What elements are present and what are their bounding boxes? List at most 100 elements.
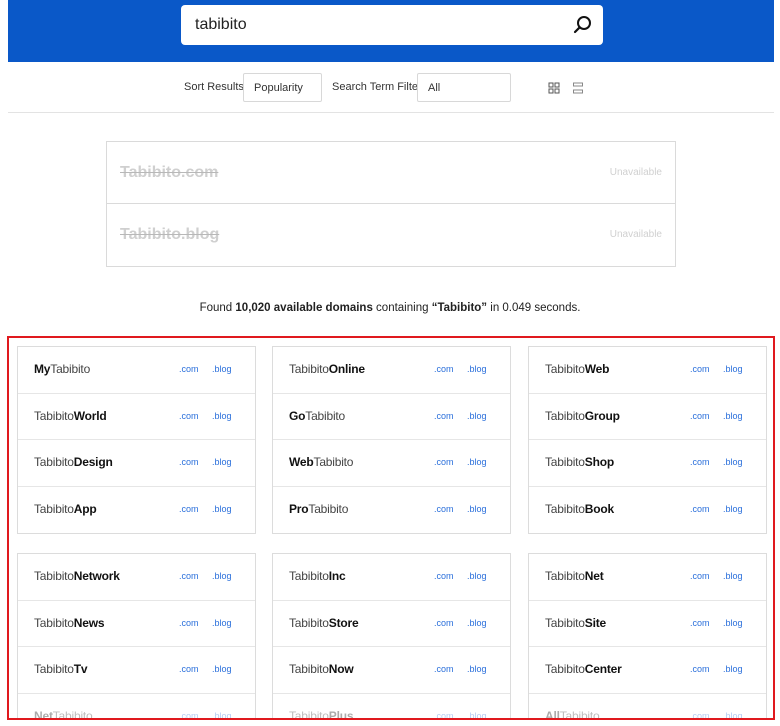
domain-row[interactable]: TabibitoTv .com .blog [18,647,255,694]
domain-row[interactable]: TabibitoOnline .com .blog [273,347,510,394]
tld-blog-link[interactable]: .blog [467,457,487,467]
tld-com-link[interactable]: .com [690,664,710,674]
domain-name-part: Tabibito [313,455,354,469]
header-bar [8,0,774,62]
tld-com-link[interactable]: .com [690,571,710,581]
domain-row[interactable]: WebTabibito .com .blog [273,440,510,487]
summary-suffix: in 0.049 seconds. [487,302,581,314]
search-input[interactable] [195,16,565,34]
list-view-icon[interactable] [572,82,584,94]
tld-com-link[interactable]: .com [434,571,454,581]
tld-com-link[interactable]: .com [179,711,199,719]
sort-results-select[interactable]: Popularity [243,73,322,102]
tld-com-link[interactable]: .com [179,411,199,421]
tld-com-link[interactable]: .com [179,618,199,628]
tld-blog-link[interactable]: .blog [723,711,743,719]
domain-row[interactable]: TabibitoGroup .com .blog [529,394,766,440]
tld-blog-link[interactable]: .blog [212,411,232,421]
tld-blog-link[interactable]: .blog [212,571,232,581]
domain-name-keyword: Inc [328,569,346,583]
tld-blog-link[interactable]: .blog [723,664,743,674]
tld-com-link[interactable]: .com [690,711,710,719]
tld-com-link[interactable]: .com [690,411,710,421]
tld-blog-link[interactable]: .blog [467,711,487,719]
tld-com-link[interactable]: .com [690,618,710,628]
domain-name-part: Tabibito [289,569,329,583]
domain-row[interactable]: TabibitoWorld .com .blog [18,394,255,440]
tld-blog-link[interactable]: .blog [467,504,487,514]
domain-row[interactable]: NetTabibito .com .blog [18,694,255,719]
domain-name-part: Tabibito [559,708,600,720]
tld-com-link[interactable]: .com [434,504,454,514]
domain-row[interactable]: TabibitoNet .com .blog [529,554,766,601]
search-icon[interactable] [573,15,593,35]
tld-blog-link[interactable]: .blog [467,411,487,421]
tld-blog-link[interactable]: .blog [467,364,487,374]
tld-blog-link[interactable]: .blog [723,457,743,467]
domain-name-keyword: App [73,501,97,516]
domain-row[interactable]: ProTabibito .com .blog [273,487,510,534]
tld-blog-link[interactable]: .blog [723,504,743,514]
tld-com-link[interactable]: .com [434,457,454,467]
tld-blog-link[interactable]: .blog [212,364,232,374]
tld-com-link[interactable]: .com [690,364,710,374]
domain-row[interactable]: TabibitoShop .com .blog [529,440,766,487]
tld-com-link[interactable]: .com [434,411,454,421]
featured-row[interactable]: Tabibito.com Unavailable [107,142,675,204]
domain-row[interactable]: TabibitoNews .com .blog [18,601,255,647]
domain-name: TabibitoStore [289,616,359,630]
tld-com-link[interactable]: .com [179,364,199,374]
domain-name-part: Tabibito [34,615,74,630]
tld-com-link[interactable]: .com [434,618,454,628]
domain-name: NetTabibito [34,709,93,719]
search-term-filter-select[interactable]: All [417,73,511,102]
domain-row[interactable]: AllTabibito .com .blog [529,694,766,720]
domain-row[interactable]: GoTabibito .com .blog [273,394,510,440]
tld-blog-link[interactable]: .blog [467,571,487,581]
tld-com-link[interactable]: .com [434,364,454,374]
tld-blog-link[interactable]: .blog [467,618,487,628]
domain-name-part: Tabibito [308,501,349,516]
grid-view-icon[interactable] [548,82,560,94]
tld-com-link[interactable]: .com [434,664,454,674]
domain-row[interactable]: MyTabibito .com .blog [18,347,255,394]
domain-name-keyword: Plus [328,708,354,720]
tld-blog-link[interactable]: .blog [212,664,232,674]
tld-blog-link[interactable]: .blog [723,364,743,374]
tld-com-link[interactable]: .com [179,664,199,674]
domain-row[interactable]: TabibitoDesign .com .blog [18,440,255,487]
domain-row[interactable]: TabibitoApp .com .blog [18,487,255,534]
domain-name: TabibitoShop [545,455,614,469]
tld-blog-link[interactable]: .blog [212,504,232,514]
tld-com-link[interactable]: .com [179,504,199,514]
tld-com-link[interactable]: .com [690,504,710,514]
tld-com-link[interactable]: .com [179,571,199,581]
tld-com-link[interactable]: .com [434,711,454,719]
domain-name-keyword: Web [584,362,610,376]
domain-name: TabibitoGroup [545,409,620,423]
domain-row[interactable]: TabibitoStore .com .blog [273,601,510,647]
tld-blog-link[interactable]: .blog [212,711,232,719]
domain-row[interactable]: TabibitoCenter .com .blog [529,647,766,694]
tld-blog-link[interactable]: .blog [467,664,487,674]
domain-row[interactable]: TabibitoBook .com .blog [529,487,766,534]
tld-blog-link[interactable]: .blog [723,411,743,421]
tld-blog-link[interactable]: .blog [723,618,743,628]
domain-name-part: Tabibito [545,408,585,423]
domain-group-card: TabibitoNetwork .com .blog TabibitoNews .com… [17,553,256,719]
tld-com-link[interactable]: .com [179,457,199,467]
domain-row[interactable]: TabibitoWeb .com .blog [529,347,766,394]
domain-name-keyword: Book [584,501,614,516]
tld-blog-link[interactable]: .blog [212,457,232,467]
domain-row[interactable]: TabibitoNetwork .com .blog [18,554,255,601]
tld-blog-link[interactable]: .blog [212,618,232,628]
domain-row[interactable]: TabibitoNow .com .blog [273,647,510,694]
domain-row[interactable]: TabibitoSite .com .blog [529,601,766,647]
domain-row[interactable]: TabibitoPlus .com .blog [273,694,510,720]
featured-row[interactable]: Tabibito.blog Unavailable [107,204,675,266]
domain-row[interactable]: TabibitoInc .com .blog [273,554,510,601]
search-box[interactable] [181,5,603,45]
tld-com-link[interactable]: .com [690,457,710,467]
tld-blog-link[interactable]: .blog [723,571,743,581]
domain-name-keyword: Now [328,662,354,676]
